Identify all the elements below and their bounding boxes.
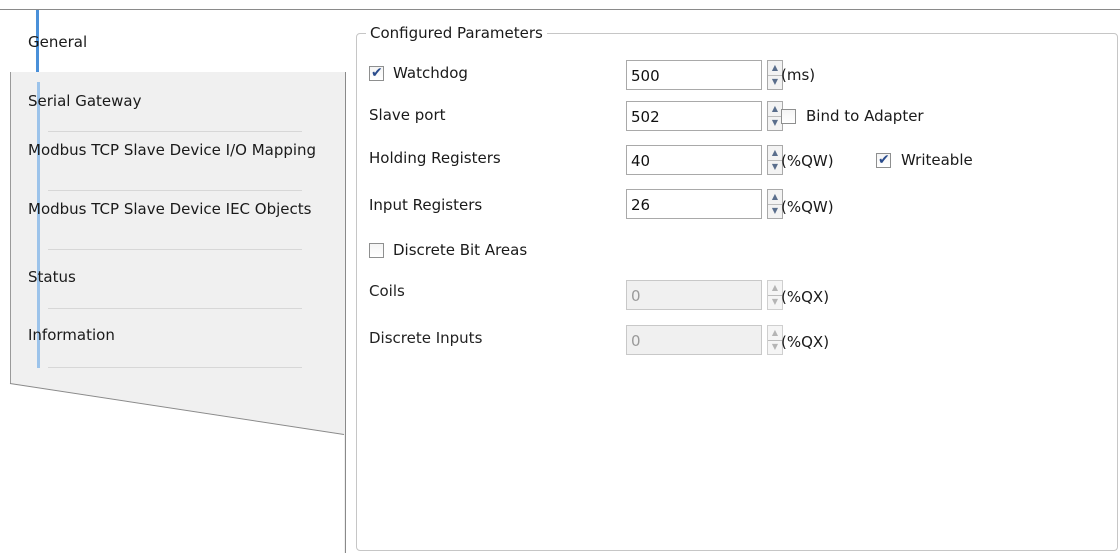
up-arrow-icon[interactable]: ▲ bbox=[768, 146, 782, 161]
watchdog-spinbox[interactable]: 500 ▲ ▼ bbox=[626, 60, 783, 90]
tab-serial-gateway[interactable]: Serial Gateway bbox=[28, 91, 328, 112]
tab-separator bbox=[48, 190, 302, 191]
tab-separator bbox=[48, 249, 302, 250]
tab-separator bbox=[48, 367, 302, 368]
input-registers-unit: (%QW) bbox=[781, 198, 834, 216]
coils-label: Coils bbox=[369, 282, 405, 300]
slave-port-value: 502 bbox=[631, 108, 660, 126]
writeable-label: Writeable bbox=[901, 151, 973, 169]
tab-separator bbox=[48, 308, 302, 309]
down-arrow-icon: ▼ bbox=[771, 297, 779, 306]
bind-to-adapter-checkbox[interactable] bbox=[781, 109, 796, 124]
tab-iec-objects[interactable]: Modbus TCP Slave Device IEC Objects bbox=[28, 199, 318, 220]
discrete-inputs-spinbox: 0 ▲ ▼ bbox=[626, 325, 783, 355]
tab-general[interactable]: General bbox=[28, 32, 328, 53]
coils-unit: (%QX) bbox=[781, 288, 830, 306]
down-arrow-icon[interactable]: ▼ bbox=[768, 116, 782, 130]
discrete-bit-areas-label: Discrete Bit Areas bbox=[393, 241, 528, 259]
coils-spinbox: 0 ▲ ▼ bbox=[626, 280, 783, 310]
holding-registers-value: 40 bbox=[631, 152, 651, 170]
down-arrow-icon[interactable]: ▼ bbox=[768, 160, 782, 174]
watchdog-label: Watchdog bbox=[393, 64, 468, 82]
up-arrow-icon: ▲ bbox=[768, 281, 782, 296]
holding-registers-spinbox[interactable]: 40 ▲ ▼ bbox=[626, 145, 783, 175]
tab-strip: General Serial Gateway Modbus TCP Slave … bbox=[0, 0, 350, 553]
up-arrow-icon[interactable]: ▲ bbox=[768, 102, 782, 117]
tab-status[interactable]: Status bbox=[28, 267, 328, 288]
down-arrow-icon[interactable]: ▼ bbox=[768, 75, 782, 89]
tab-io-mapping[interactable]: Modbus TCP Slave Device I/O Mapping bbox=[28, 140, 318, 161]
checkmark-icon: ✔ bbox=[371, 65, 383, 81]
watchdog-checkbox[interactable]: ✔ bbox=[369, 65, 384, 81]
input-registers-value: 26 bbox=[631, 196, 651, 214]
up-arrow-icon[interactable]: ▲ bbox=[768, 61, 782, 76]
writeable-checkbox[interactable]: ✔ bbox=[876, 152, 891, 168]
checkmark-icon: ✔ bbox=[878, 152, 890, 168]
slave-port-spinbox[interactable]: 502 ▲ ▼ bbox=[626, 101, 783, 131]
up-arrow-icon[interactable]: ▲ bbox=[768, 190, 782, 205]
watchdog-value: 500 bbox=[631, 67, 660, 85]
slave-port-label: Slave port bbox=[369, 106, 446, 124]
input-registers-label: Input Registers bbox=[369, 196, 483, 214]
input-registers-spinbox[interactable]: 26 ▲ ▼ bbox=[626, 189, 783, 219]
discrete-inputs-value: 0 bbox=[631, 332, 641, 350]
discrete-inputs-unit: (%QX) bbox=[781, 333, 830, 351]
watchdog-unit: (ms) bbox=[781, 66, 816, 84]
tab-information[interactable]: Information bbox=[28, 325, 328, 346]
bind-to-adapter-label: Bind to Adapter bbox=[806, 107, 924, 125]
group-title: Configured Parameters bbox=[366, 23, 547, 43]
down-arrow-icon[interactable]: ▼ bbox=[768, 204, 782, 218]
holding-registers-label: Holding Registers bbox=[369, 149, 501, 167]
discrete-bit-areas-checkbox[interactable] bbox=[369, 243, 384, 258]
up-arrow-icon: ▲ bbox=[768, 326, 782, 341]
tab-separator bbox=[48, 131, 302, 132]
down-arrow-icon: ▼ bbox=[771, 342, 779, 351]
coils-value: 0 bbox=[631, 287, 641, 305]
holding-registers-unit: (%QW) bbox=[781, 152, 834, 170]
discrete-inputs-label: Discrete Inputs bbox=[369, 329, 483, 347]
